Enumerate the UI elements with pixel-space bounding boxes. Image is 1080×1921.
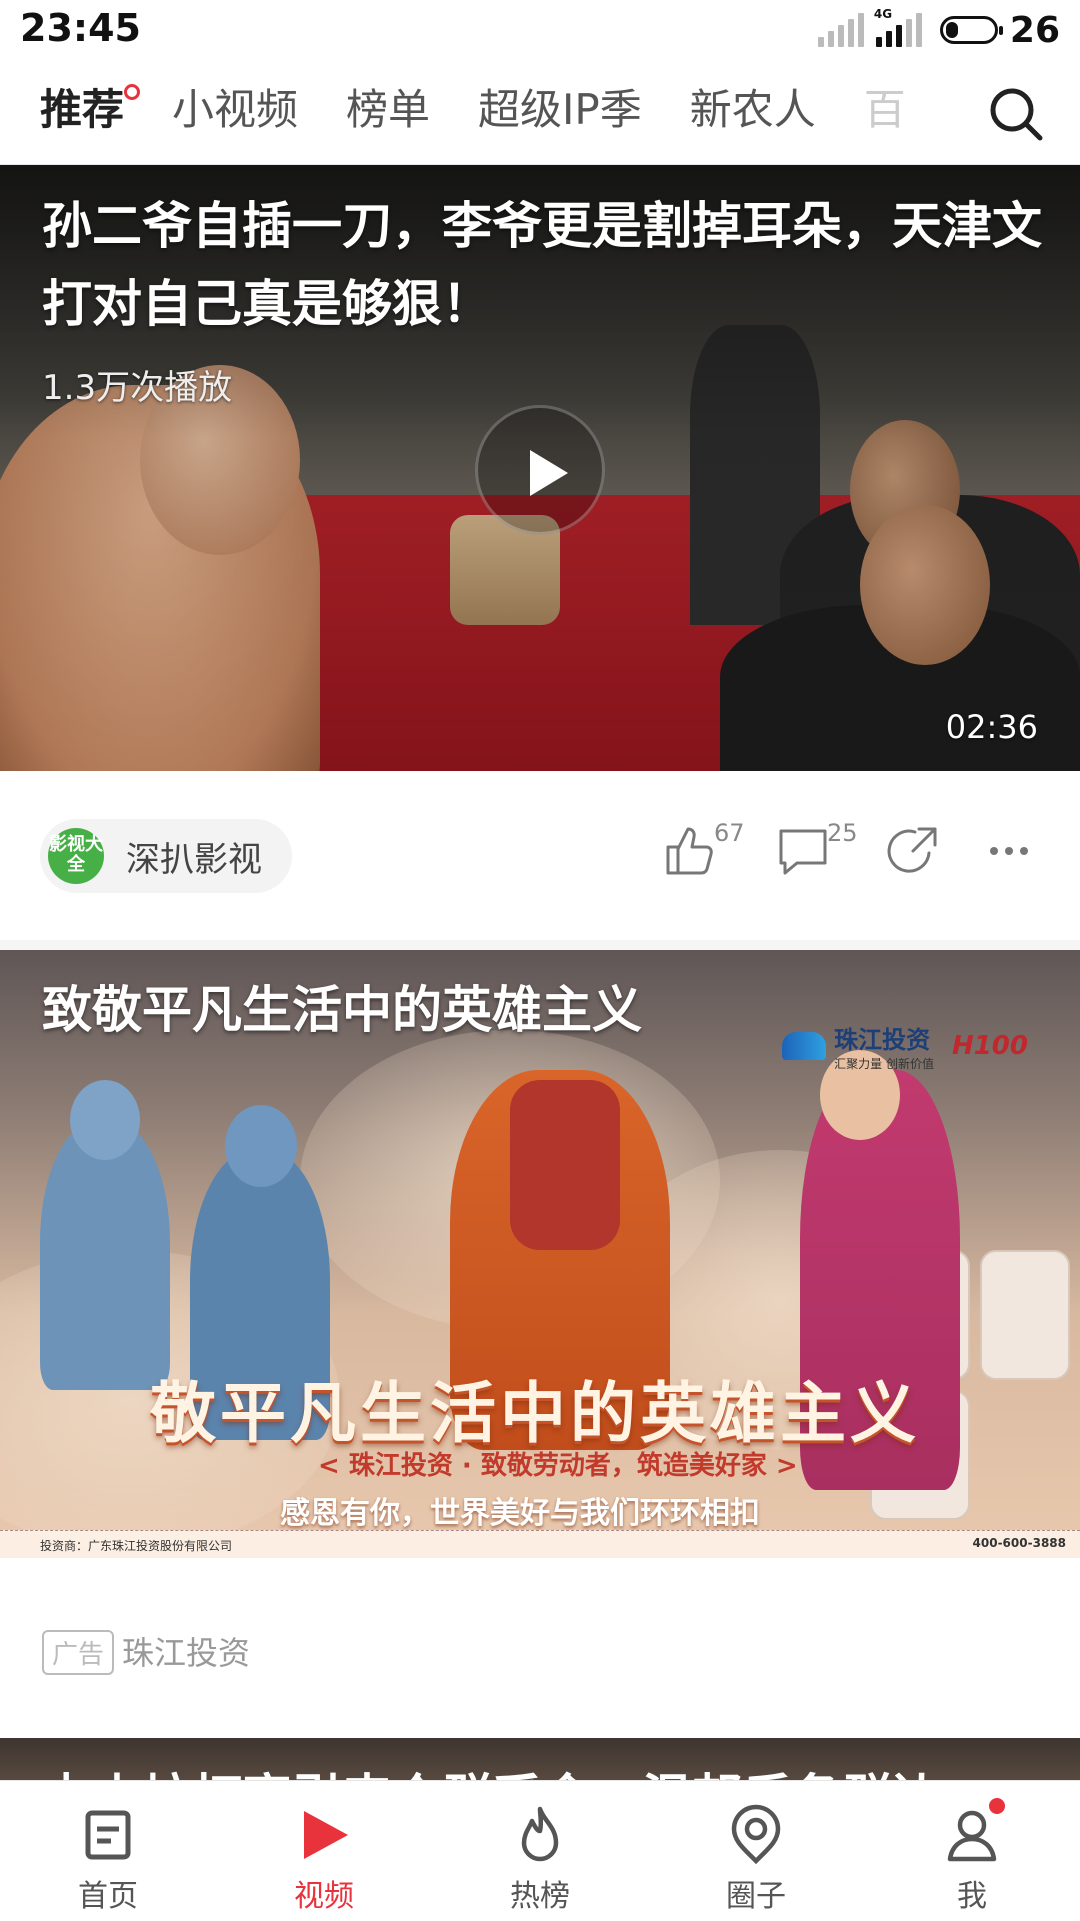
like-count: 67	[714, 819, 745, 847]
card-separator	[0, 940, 1080, 950]
signal-icon	[817, 13, 864, 47]
nav-hot[interactable]: 热榜	[470, 1791, 610, 1921]
ad-badge: 广告	[42, 1630, 115, 1675]
bottom-nav: 首页 视频 热榜 圈子 我	[0, 1780, 1080, 1920]
ad-subline: < 珠江投资 · 致敬劳动者，筑造美好家 >	[318, 1451, 798, 1481]
ad-footer-investor: 投资商：广东珠江投资股份有限公司	[40, 1539, 233, 1553]
ad-meta-row: 广告 珠江投资	[0, 1558, 1080, 1738]
nav-me[interactable]: 我	[902, 1791, 1042, 1921]
nav-video-label: 视频	[294, 1879, 354, 1914]
top-tab-bar: 推荐 小视频 榜单 超级IP季 新农人 百	[0, 60, 1080, 165]
status-icons: 4G 26	[817, 7, 1060, 52]
ad-logo-slogan: 汇聚力量 创新价值	[834, 1057, 934, 1071]
play-count: 1.3万次播放	[42, 368, 233, 408]
zhujiang-logo-icon	[782, 1032, 827, 1060]
tab-super-ip[interactable]: 超级IP季	[478, 80, 642, 140]
more-button[interactable]	[986, 823, 1036, 889]
author-avatar: 影视大全	[48, 828, 104, 884]
network-type: 4G	[873, 7, 893, 21]
play-button-icon[interactable]	[475, 405, 605, 535]
nav-me-label: 我	[957, 1879, 987, 1914]
status-time: 23:45	[20, 6, 141, 50]
comment-icon	[779, 829, 827, 875]
signal-4g-icon: 4G	[874, 7, 922, 47]
battery-level: 26	[1009, 9, 1060, 51]
share-button[interactable]	[885, 823, 941, 889]
nav-video[interactable]: 视频	[254, 1791, 394, 1921]
tab-recommend[interactable]: 推荐	[40, 80, 141, 140]
video-meta-row: 影视大全 深扒影视 67 25	[0, 771, 1080, 951]
ad-footer: 投资商：广东珠江投资股份有限公司 400-600-3888	[0, 1530, 1080, 1558]
circle-icon	[731, 1804, 781, 1865]
thumbs-up-icon	[666, 827, 713, 875]
video-play-icon	[304, 1811, 348, 1859]
more-icon	[990, 847, 1028, 855]
video-title[interactable]: 孙二爷自插一刀，李爷更是割掉耳朵，天津文打对自己真是够狠！	[42, 187, 1042, 343]
tab-ranking[interactable]: 榜单	[346, 80, 430, 140]
ad-logo: 珠江投资 汇聚力量 创新价值 H100	[782, 1020, 1028, 1072]
comment-button[interactable]: 25	[775, 819, 858, 889]
video-duration: 02:36	[945, 708, 1038, 746]
comment-count: 25	[827, 819, 858, 847]
new-dot-icon	[124, 84, 141, 100]
video-player-card[interactable]: 孙二爷自插一刀，李爷更是割掉耳朵，天津文打对自己真是够狠！ 1.3万次播放 02…	[0, 165, 1080, 771]
battery-icon	[939, 16, 1003, 44]
home-icon	[85, 1810, 131, 1860]
ad-headline: 敬平凡生活中的英雄主义	[150, 1375, 920, 1452]
share-icon	[887, 827, 937, 873]
ad-footer-phone: 400-600-3888	[972, 1536, 1066, 1550]
ad-logo-h100: H100	[951, 1031, 1028, 1061]
author-chip[interactable]: 影视大全 深扒影视	[40, 819, 292, 893]
nav-hot-label: 热榜	[510, 1879, 570, 1914]
ad-banner[interactable]: 致敬平凡生活中的英雄主义 珠江投资 汇聚力量 创新价值 H100 敬平凡生活中的…	[0, 950, 1080, 1558]
ad-brand[interactable]: 珠江投资	[122, 1628, 250, 1674]
nav-circle[interactable]: 圈子	[686, 1791, 826, 1921]
status-bar: 23:45 4G 26	[0, 0, 1080, 60]
nav-home[interactable]: 首页	[38, 1791, 178, 1921]
ad-logo-name: 珠江投资	[834, 1026, 931, 1054]
like-button[interactable]: 67	[662, 819, 745, 889]
tab-short-video[interactable]: 小视频	[172, 80, 298, 140]
tab-list: 推荐 小视频 榜单 超级IP季 新农人 百	[40, 80, 906, 140]
author-name: 深扒影视	[126, 839, 262, 880]
nav-home-label: 首页	[78, 1879, 138, 1914]
search-icon[interactable]	[986, 84, 1046, 144]
flame-icon	[521, 1806, 559, 1862]
notification-dot-icon	[986, 1795, 1008, 1817]
ad-title[interactable]: 致敬平凡生活中的英雄主义	[42, 970, 642, 1042]
tab-new-farmer[interactable]: 新农人	[690, 80, 816, 140]
nav-circle-label: 圈子	[726, 1879, 786, 1914]
ad-tagline: 感恩有你，世界美好与我们环环相扣	[280, 1496, 760, 1531]
